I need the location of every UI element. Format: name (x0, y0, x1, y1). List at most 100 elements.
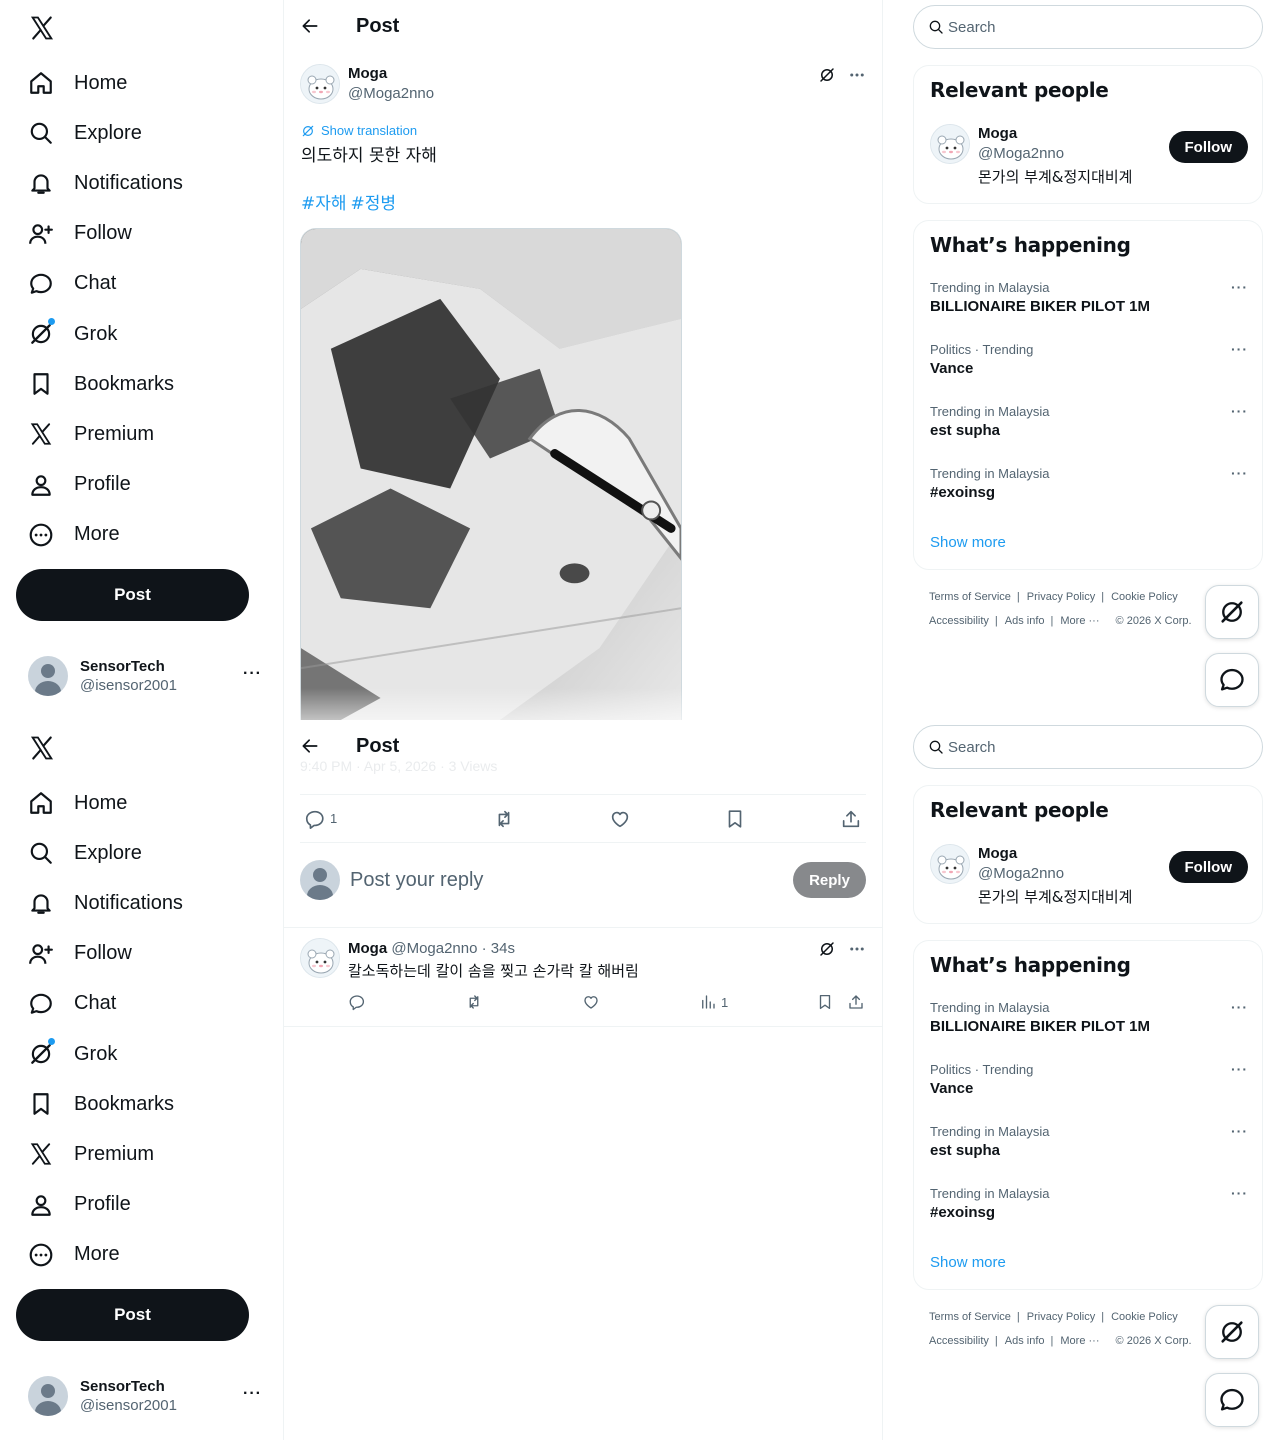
more-dots-icon[interactable]: ··· (1231, 465, 1248, 481)
nav-item-grok[interactable]: Grok (16, 1029, 266, 1079)
nav-item-follow[interactable]: Follow (16, 929, 266, 979)
avatar[interactable] (300, 938, 340, 978)
trend-item[interactable]: Trending in Malaysia #exoinsg ··· (930, 465, 1248, 527)
footer-link[interactable]: Terms of Service (929, 1311, 1011, 1323)
trend-item[interactable]: Trending in Malaysia est supha ··· (930, 403, 1248, 465)
repost-button[interactable] (465, 993, 483, 1011)
account-switcher[interactable]: SensorTech @isensor2001 ··· (16, 1365, 276, 1427)
follow-button[interactable]: Follow (1168, 851, 1248, 883)
show-translation-link[interactable]: Show translation (301, 123, 417, 138)
reply-post[interactable]: Moga @Moga2nno · 34s 칼소독하는데 칼이 솜을 찢고 손가락… (300, 938, 866, 982)
search-input[interactable] (948, 738, 1238, 756)
footer-link[interactable]: Cookie Policy (1111, 1311, 1178, 1323)
trend-item[interactable]: Politics · Trending Vance ··· (930, 341, 1248, 403)
nav-item-follow[interactable]: Follow (16, 209, 266, 259)
bookmark-button[interactable] (816, 993, 834, 1011)
back-arrow-icon[interactable] (300, 736, 320, 756)
reply-author-handle[interactable]: @Moga2nno (391, 940, 477, 957)
nav-item-explore[interactable]: Explore (16, 828, 266, 878)
show-more-link[interactable]: Show more (930, 534, 1006, 551)
nav-item-notifications[interactable]: Notifications (16, 878, 266, 928)
follow-button[interactable]: Follow (1168, 131, 1248, 163)
author-handle[interactable]: @Moga2nno (348, 84, 434, 104)
footer-link[interactable]: More ··· (1060, 615, 1099, 627)
nav-item-chat[interactable]: Chat (16, 259, 266, 309)
person-handle[interactable]: @Moga2nno (978, 144, 1132, 164)
reply-time[interactable]: · 34s (482, 940, 515, 957)
grok-icon[interactable] (818, 940, 836, 958)
more-dots-icon[interactable]: ··· (1231, 999, 1248, 1015)
relevant-person[interactable]: Moga @Moga2nno 몬가의 부계&정지대비계 Follow (930, 124, 1248, 190)
reply-button[interactable] (348, 993, 366, 1011)
author-name[interactable]: Moga (348, 64, 434, 84)
show-more-link[interactable]: Show more (930, 1254, 1006, 1271)
nav-item-bookmarks[interactable]: Bookmarks (16, 1079, 266, 1129)
x-logo-icon[interactable] (28, 14, 56, 42)
like-button[interactable] (609, 808, 631, 830)
trend-item[interactable]: Trending in Malaysia est supha ··· (930, 1123, 1248, 1185)
trend-item[interactable]: Politics · Trending Vance ··· (930, 1061, 1248, 1123)
search-bar[interactable] (913, 725, 1263, 769)
more-dots-icon[interactable]: ··· (1231, 279, 1248, 295)
more-dots-icon[interactable]: ··· (1231, 341, 1248, 357)
person-handle[interactable]: @Moga2nno (978, 864, 1132, 884)
nav-item-profile[interactable]: Profile (16, 460, 266, 510)
chat-fab[interactable] (1205, 653, 1259, 707)
trend-item[interactable]: Trending in Malaysia #exoinsg ··· (930, 1185, 1248, 1247)
more-dots-icon[interactable]: ··· (243, 665, 262, 683)
more-dots-icon[interactable]: ··· (243, 1385, 262, 1403)
nav-item-profile[interactable]: Profile (16, 1180, 266, 1230)
footer-link[interactable]: Ads info (1005, 1335, 1045, 1347)
nav-item-explore[interactable]: Explore (16, 108, 266, 158)
avatar[interactable] (930, 124, 970, 164)
reply-submit-button[interactable]: Reply (793, 862, 866, 898)
x-logo-icon[interactable] (28, 734, 56, 762)
nav-item-notifications[interactable]: Notifications (16, 158, 266, 208)
footer-link[interactable]: Accessibility (929, 615, 989, 627)
footer-link[interactable]: Accessibility (929, 1335, 989, 1347)
reply-input[interactable]: Post your reply (350, 869, 793, 892)
person-name[interactable]: Moga (978, 124, 1132, 144)
footer-link[interactable]: More ··· (1060, 1335, 1099, 1347)
hashtag-link[interactable]: #자해 (301, 194, 347, 214)
footer-link[interactable]: Privacy Policy (1027, 1311, 1095, 1323)
person-name[interactable]: Moga (978, 844, 1132, 864)
more-dots-icon[interactable]: ··· (1231, 1185, 1248, 1201)
footer-link[interactable]: Privacy Policy (1027, 591, 1095, 603)
post-image[interactable] (300, 228, 682, 720)
footer-link[interactable]: Cookie Policy (1111, 591, 1178, 603)
search-bar[interactable] (913, 5, 1263, 49)
avatar[interactable] (300, 64, 340, 104)
repost-button[interactable] (493, 808, 515, 830)
views-button[interactable]: 1 (699, 993, 728, 1011)
more-dots-icon[interactable]: ··· (1231, 1123, 1248, 1139)
more-dots-icon[interactable] (848, 940, 866, 958)
share-button[interactable] (840, 808, 862, 830)
post-author[interactable]: Moga @Moga2nno (300, 64, 434, 104)
like-button[interactable] (582, 993, 600, 1011)
more-dots-icon[interactable]: ··· (1231, 1061, 1248, 1077)
nav-item-chat[interactable]: Chat (16, 979, 266, 1029)
search-input[interactable] (948, 18, 1238, 36)
more-dots-icon[interactable]: ··· (1231, 403, 1248, 419)
avatar[interactable] (930, 844, 970, 884)
reply-button[interactable]: 1 (304, 808, 337, 830)
bookmark-button[interactable] (724, 808, 746, 830)
nav-item-premium[interactable]: Premium (16, 1129, 266, 1179)
nav-item-home[interactable]: Home (16, 778, 266, 828)
nav-item-bookmarks[interactable]: Bookmarks (16, 359, 266, 409)
back-arrow-icon[interactable] (300, 16, 320, 36)
footer-link[interactable]: Ads info (1005, 615, 1045, 627)
post-button[interactable]: Post (16, 1289, 249, 1341)
nav-item-more[interactable]: More (16, 1230, 266, 1280)
post-button[interactable]: Post (16, 569, 249, 621)
account-switcher[interactable]: SensorTech @isensor2001 ··· (16, 645, 276, 707)
footer-link[interactable]: Terms of Service (929, 591, 1011, 603)
share-button[interactable] (847, 993, 865, 1011)
chat-fab[interactable] (1205, 1373, 1259, 1427)
nav-item-grok[interactable]: Grok (16, 309, 266, 359)
more-dots-icon[interactable] (848, 66, 866, 84)
relevant-person[interactable]: Moga @Moga2nno 몬가의 부계&정지대비계 Follow (930, 844, 1248, 910)
nav-item-premium[interactable]: Premium (16, 409, 266, 459)
trend-item[interactable]: Trending in Malaysia BILLIONAIRE BIKER PI… (930, 279, 1248, 341)
